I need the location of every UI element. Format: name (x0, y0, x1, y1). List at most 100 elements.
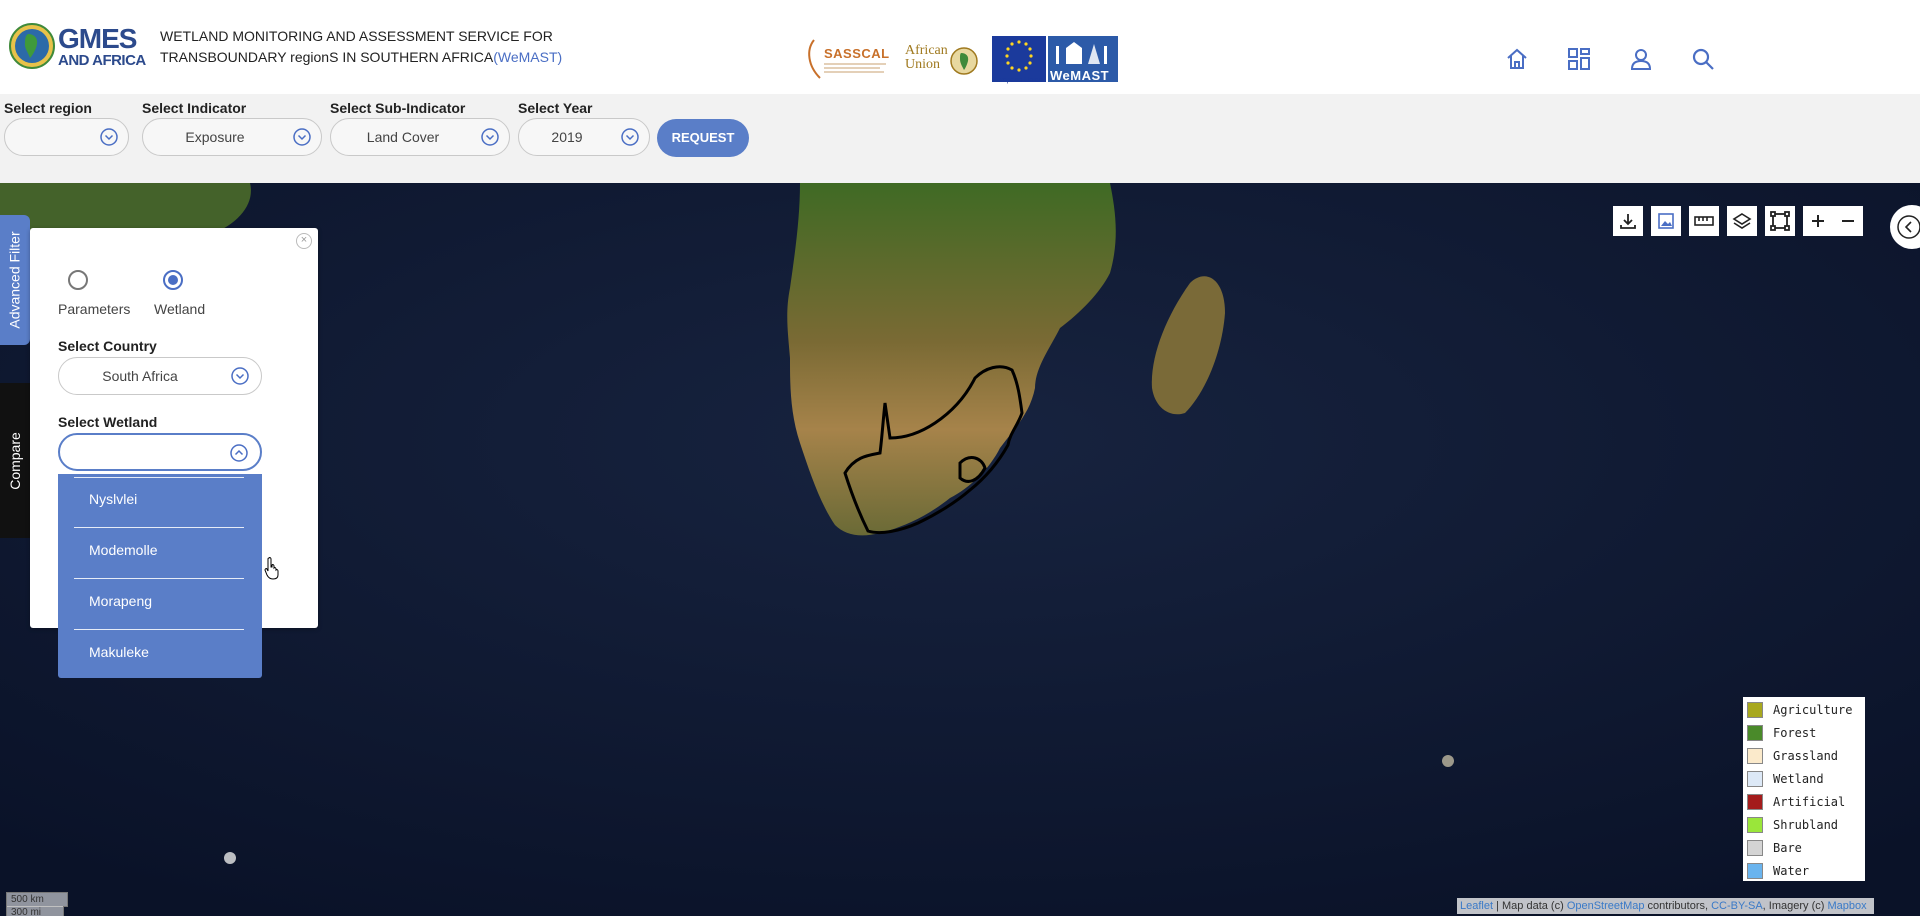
home-icon[interactable] (1502, 44, 1532, 74)
legend-label: Shrubland (1773, 818, 1839, 832)
legend-item: Water (1747, 861, 1809, 881)
legend-item: Agriculture (1747, 700, 1852, 720)
download-icon[interactable] (1613, 206, 1643, 236)
region-label: Select region (4, 100, 92, 116)
search-icon[interactable] (1688, 44, 1718, 74)
legend-label: Agriculture (1773, 703, 1853, 717)
country-select[interactable]: South Africa (58, 357, 262, 395)
legend-item: Artificial (1747, 792, 1845, 812)
attribution-text: , Imagery (c) (1762, 900, 1828, 912)
gmes-globe-icon (9, 23, 55, 69)
legend-swatch (1747, 771, 1763, 787)
sub-indicator-select[interactable]: Land Cover (330, 118, 510, 156)
legend-swatch (1747, 817, 1763, 833)
measure-ruler-icon[interactable] (1689, 206, 1719, 236)
legend-label: Forest (1773, 726, 1817, 740)
wetland-select[interactable] (58, 433, 262, 471)
wemast-logo: WeMAST (1048, 36, 1118, 83)
attribution-text: contributors, (1644, 900, 1712, 912)
region-select[interactable] (4, 118, 129, 156)
legend-swatch (1747, 794, 1763, 810)
request-button[interactable]: REQUEST (657, 119, 749, 157)
zoom-out-icon[interactable] (1833, 206, 1863, 236)
african-union-wordmark: African Union (905, 43, 948, 72)
year-select[interactable]: 2019 (518, 118, 650, 156)
chevron-down-icon (100, 128, 118, 146)
tab-compare[interactable]: Compare (0, 383, 30, 538)
chevron-down-icon (293, 128, 311, 146)
legend-label: Water (1773, 864, 1810, 878)
image-export-icon[interactable] (1651, 206, 1681, 236)
chevron-down-icon (231, 367, 249, 385)
tab-advanced-filter[interactable]: Advanced Filter (0, 215, 30, 345)
wetland-option[interactable]: Modemolle (89, 542, 157, 558)
logo-line-and-africa: AND AFRICA (58, 51, 146, 69)
indicator-select-value: Exposure (185, 129, 245, 145)
legend-swatch (1747, 702, 1763, 718)
wetland-option[interactable]: Nyslvlei (89, 491, 137, 507)
chevron-down-icon (621, 128, 639, 146)
country-label: Select Country (58, 338, 157, 354)
eu-stars-icon (1005, 40, 1033, 72)
wemast-wordmark: WeMAST (1050, 68, 1110, 83)
legend-swatch (1747, 840, 1763, 856)
sub-indicator-select-value: Land Cover (366, 129, 440, 145)
chevron-down-icon (481, 128, 499, 146)
eu-caption: European Union (992, 77, 1043, 84)
legend-swatch (1747, 863, 1763, 879)
site-title-line2: TRANSBOUNDARY regionS IN SOUTHERN AFRICA (160, 49, 494, 65)
country-select-value: South Africa (102, 368, 178, 384)
osm-link[interactable]: OpenStreetMap (1567, 900, 1645, 912)
dropdown-divider (74, 527, 244, 528)
legend-item: Wetland (1747, 769, 1824, 789)
map-attribution: Leaflet | Map data (c) OpenStreetMap con… (1457, 898, 1874, 914)
legend-item: Bare (1747, 838, 1802, 858)
dashboard-icon[interactable] (1564, 44, 1594, 74)
user-icon[interactable] (1626, 44, 1656, 74)
legend-item: Forest (1747, 723, 1816, 743)
attribution-text: | Map data (c) (1493, 900, 1567, 912)
chevron-up-icon (230, 444, 248, 462)
zoom-in-icon[interactable] (1803, 206, 1833, 236)
african-union-emblem-icon (950, 47, 978, 75)
indicator-label: Select Indicator (142, 100, 247, 116)
sasscal-wordmark: SASSCAL (824, 46, 890, 61)
logo-line-gmes: GMES (58, 22, 137, 54)
site-title-line1: WETLAND MONITORING AND ASSESSMENT SERVIC… (160, 28, 553, 44)
gmes-logo[interactable]: GMES AND AFRICA (8, 22, 146, 70)
mapbox-link[interactable]: Mapbox (1827, 900, 1866, 912)
legend-swatch (1747, 748, 1763, 764)
indicator-select[interactable]: Exposure (142, 118, 322, 156)
land-cover-legend: Agriculture Forest Grassland Wetland Art… (1743, 697, 1865, 881)
legend-label: Bare (1773, 841, 1802, 855)
legend-label: Grassland (1773, 749, 1839, 763)
chevron-left-icon (1897, 215, 1920, 239)
license-link[interactable]: CC-BY-SA (1711, 900, 1763, 912)
wemast-emblem-icon (1056, 42, 1107, 64)
legend-label: Artificial (1773, 795, 1846, 809)
year-select-value: 2019 (551, 129, 583, 145)
dropdown-divider (74, 578, 244, 579)
year-label: Select Year (518, 100, 593, 116)
radio-parameters[interactable] (68, 270, 88, 290)
legend-label: Wetland (1773, 772, 1824, 786)
african-union-logo: African Union (905, 44, 981, 80)
radio-parameters-label: Parameters (58, 301, 131, 317)
scale-bar-mi: 300 mi (6, 906, 64, 916)
eu-flag-logo: European Union (992, 36, 1046, 84)
radio-wetland-label: Wetland (154, 301, 206, 317)
leaflet-link[interactable]: Leaflet (1460, 900, 1493, 912)
tab-compare-label: Compare (7, 431, 23, 490)
wetland-option[interactable]: Makuleke (89, 644, 149, 660)
fullscreen-icon[interactable] (1765, 206, 1795, 236)
wetland-label: Select Wetland (58, 414, 158, 430)
hand-cursor-icon (264, 557, 279, 580)
legend-item: Shrubland (1747, 815, 1838, 835)
close-icon[interactable]: × (296, 233, 312, 249)
layers-icon[interactable] (1727, 206, 1757, 236)
legend-swatch (1747, 725, 1763, 741)
wetland-option[interactable]: Morapeng (89, 593, 152, 609)
app-header: GMES AND AFRICA WETLAND MONITORING AND A… (0, 0, 1920, 94)
radio-wetland[interactable] (163, 270, 183, 290)
legend-item: Grassland (1747, 746, 1838, 766)
